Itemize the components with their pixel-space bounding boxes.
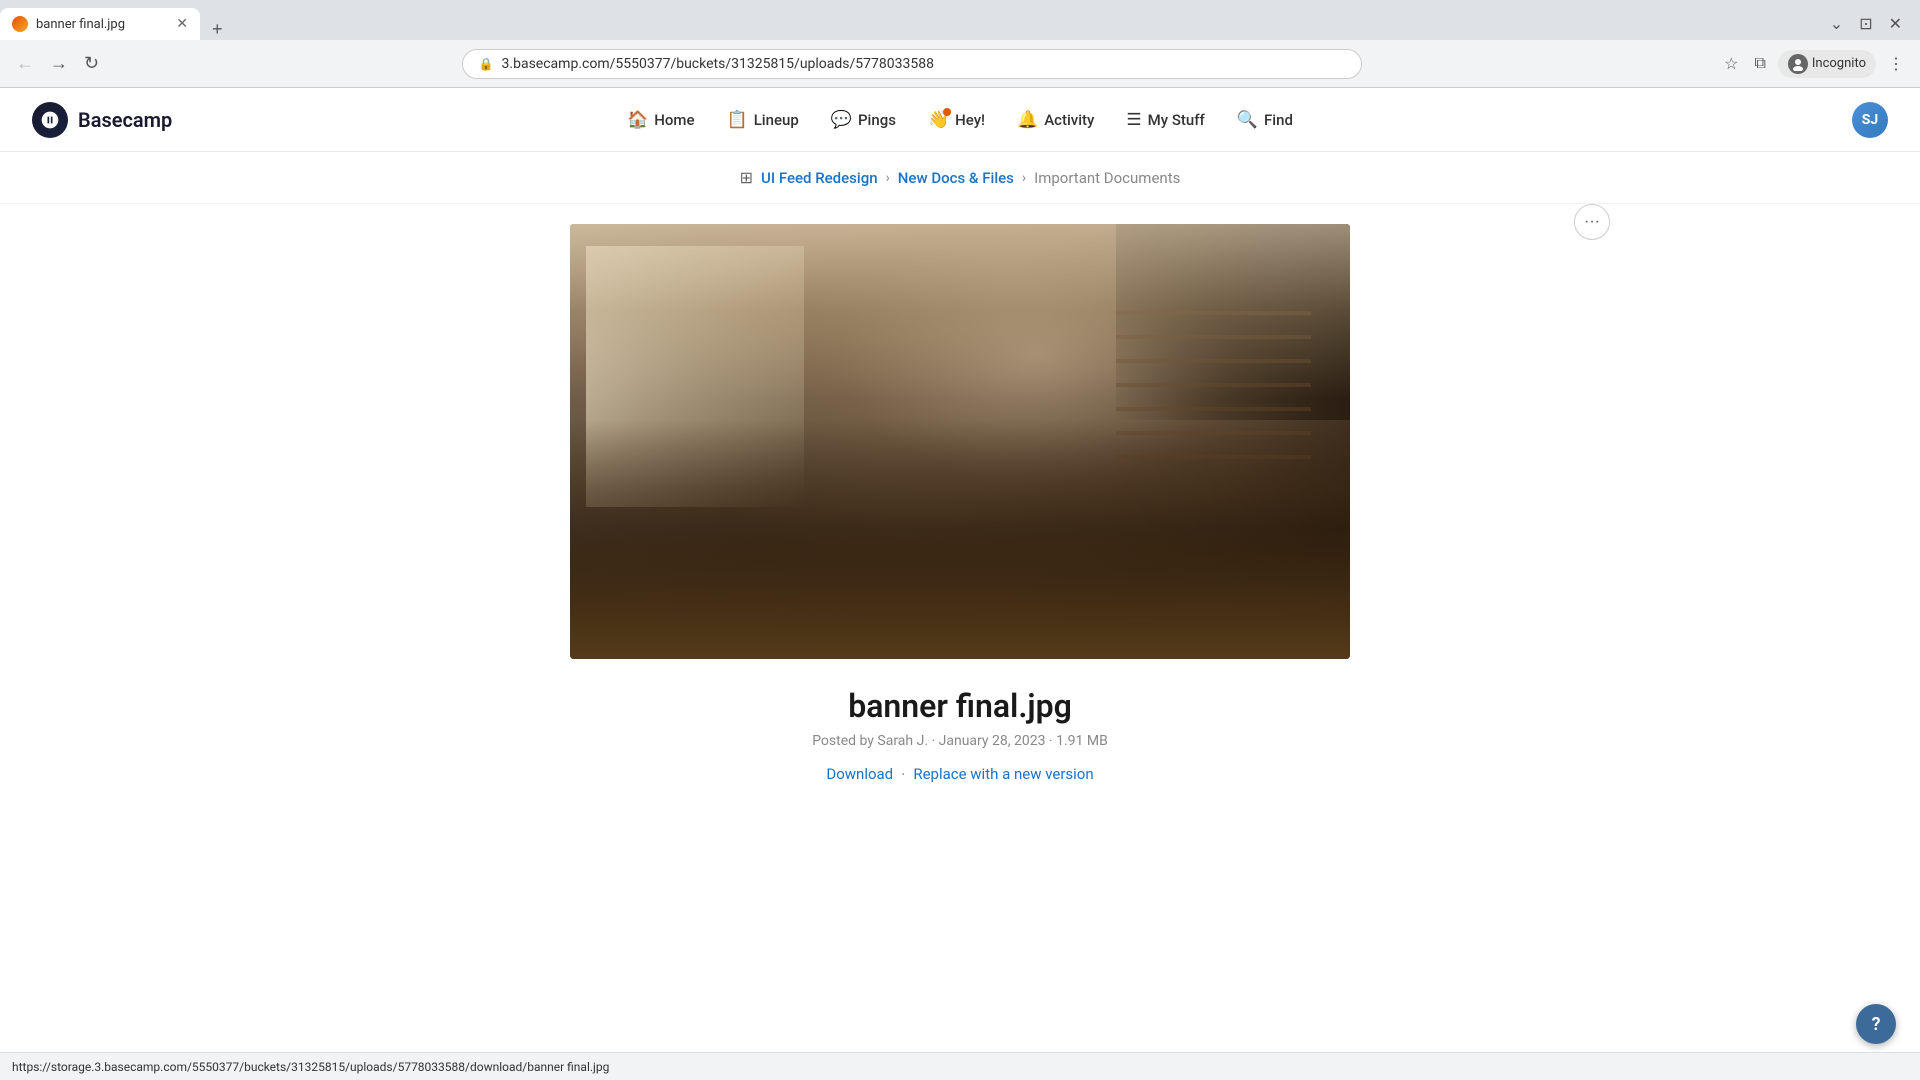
table-area xyxy=(570,529,1350,660)
active-tab[interactable]: banner final.jpg ✕ xyxy=(0,8,200,40)
split-view-button[interactable]: ⧉ xyxy=(1750,51,1769,77)
main-content: ··· banner final.jpg Posted by Sarah J. … xyxy=(310,204,1610,844)
forward-button[interactable]: → xyxy=(46,49,72,78)
breadcrumb-current: Important Documents xyxy=(1034,169,1180,187)
restore-button[interactable]: ⊡ xyxy=(1853,12,1878,36)
meta-dot-1: · xyxy=(932,733,939,749)
basecamp-logo-icon xyxy=(32,102,68,138)
incognito-badge[interactable]: Incognito xyxy=(1778,50,1876,78)
activity-icon: 🔔 xyxy=(1017,110,1038,130)
nav-activity[interactable]: 🔔 Activity xyxy=(1003,102,1108,138)
breadcrumb-sep-1: › xyxy=(886,170,890,186)
back-button[interactable]: ← xyxy=(12,49,38,78)
mystuff-icon: ☰ xyxy=(1126,110,1141,130)
image-container xyxy=(350,224,1570,659)
breadcrumb-section-link[interactable]: New Docs & Files xyxy=(898,169,1014,187)
action-separator: · xyxy=(901,765,905,784)
browser-toolbar: ← → ↻ 🔒 3.basecamp.com/5550377/buckets/3… xyxy=(0,40,1920,88)
nav-items: 🏠 Home 📋 Lineup 💬 Pings 👋 Hey! 🔔 Activit… xyxy=(613,102,1307,138)
status-bar: https://storage.3.basecamp.com/5550377/b… xyxy=(0,1052,1920,1080)
toolbar-right: ☆ ⧉ Incognito ⋮ xyxy=(1720,50,1908,78)
nav-mystuff[interactable]: ☰ My Stuff xyxy=(1112,102,1218,138)
breadcrumb-project-link[interactable]: UI Feed Redesign xyxy=(761,169,878,187)
file-image xyxy=(570,224,1350,659)
browser-chrome: banner final.jpg ✕ + ⌄ ⊡ ✕ ← → ↻ 🔒 3.bas… xyxy=(0,0,1920,88)
file-title: banner final.jpg xyxy=(350,687,1570,725)
replace-link[interactable]: Replace with a new version xyxy=(913,765,1093,784)
nav-lineup-label: Lineup xyxy=(754,111,799,129)
hey-icon: 👋 xyxy=(928,110,949,130)
new-tab-button[interactable]: + xyxy=(204,19,231,40)
dark-corner xyxy=(1116,224,1350,420)
close-tab-button[interactable]: ✕ xyxy=(176,16,188,32)
file-meta: Posted by Sarah J. · January 28, 2023 · … xyxy=(350,733,1570,749)
nav-lineup[interactable]: 📋 Lineup xyxy=(713,102,813,138)
tab-favicon xyxy=(12,16,28,32)
url-text: 3.basecamp.com/5550377/buckets/31325815/… xyxy=(502,56,1345,72)
find-icon: 🔍 xyxy=(1237,110,1258,130)
logo-text: Basecamp xyxy=(78,108,172,132)
logo-area[interactable]: Basecamp xyxy=(32,102,172,138)
nav-activity-label: Activity xyxy=(1044,111,1094,129)
breadcrumb-icon: ⊞ xyxy=(740,168,753,187)
notification-dot xyxy=(943,108,951,116)
page-content: Basecamp 🏠 Home 📋 Lineup 💬 Pings 👋 Hey! … xyxy=(0,88,1920,1080)
cafe-image-bg xyxy=(570,224,1350,659)
breadcrumb-sep-2: › xyxy=(1022,170,1026,186)
nav-hey[interactable]: 👋 Hey! xyxy=(914,102,999,138)
tab-title: banner final.jpg xyxy=(36,17,168,32)
nav-home-label: Home xyxy=(654,111,694,129)
help-button[interactable]: ? xyxy=(1856,1004,1896,1044)
nav-hey-label: Hey! xyxy=(955,111,985,129)
posted-by: Posted by Sarah J. xyxy=(812,733,928,749)
nav-pings-label: Pings xyxy=(858,111,896,129)
nav-pings[interactable]: 💬 Pings xyxy=(817,102,910,138)
user-avatar[interactable]: SJ xyxy=(1852,102,1888,138)
app-nav: Basecamp 🏠 Home 📋 Lineup 💬 Pings 👋 Hey! … xyxy=(0,88,1920,152)
file-actions: Download · Replace with a new version xyxy=(350,765,1570,784)
browser-menu-button[interactable]: ⋮ xyxy=(1884,50,1908,78)
minimize-button[interactable]: ⌄ xyxy=(1824,12,1849,36)
breadcrumb: ⊞ UI Feed Redesign › New Docs & Files › … xyxy=(0,152,1920,204)
nav-mystuff-label: My Stuff xyxy=(1148,111,1205,129)
nav-find[interactable]: 🔍 Find xyxy=(1223,102,1307,138)
home-icon: 🏠 xyxy=(627,110,648,130)
window-controls: ⌄ ⊡ ✕ xyxy=(1812,12,1920,40)
file-date: January 28, 2023 xyxy=(939,733,1046,749)
incognito-icon xyxy=(1788,54,1808,74)
address-bar[interactable]: 🔒 3.basecamp.com/5550377/buckets/3132581… xyxy=(462,49,1362,79)
status-url: https://storage.3.basecamp.com/5550377/b… xyxy=(12,1060,609,1074)
file-size: 1.91 MB xyxy=(1056,733,1108,749)
overflow-menu-button[interactable]: ··· xyxy=(1574,204,1610,240)
lineup-icon: 📋 xyxy=(727,110,748,130)
download-link[interactable]: Download xyxy=(826,765,893,784)
pings-icon: 💬 xyxy=(831,110,852,130)
lock-icon: 🔒 xyxy=(479,57,494,71)
incognito-label: Incognito xyxy=(1812,56,1866,71)
reload-button[interactable]: ↻ xyxy=(80,49,103,78)
bookmark-button[interactable]: ☆ xyxy=(1720,50,1742,78)
nav-home[interactable]: 🏠 Home xyxy=(613,102,708,138)
close-window-button[interactable]: ✕ xyxy=(1883,12,1908,36)
nav-find-label: Find xyxy=(1264,111,1293,129)
meta-dot-2: · xyxy=(1049,733,1056,749)
